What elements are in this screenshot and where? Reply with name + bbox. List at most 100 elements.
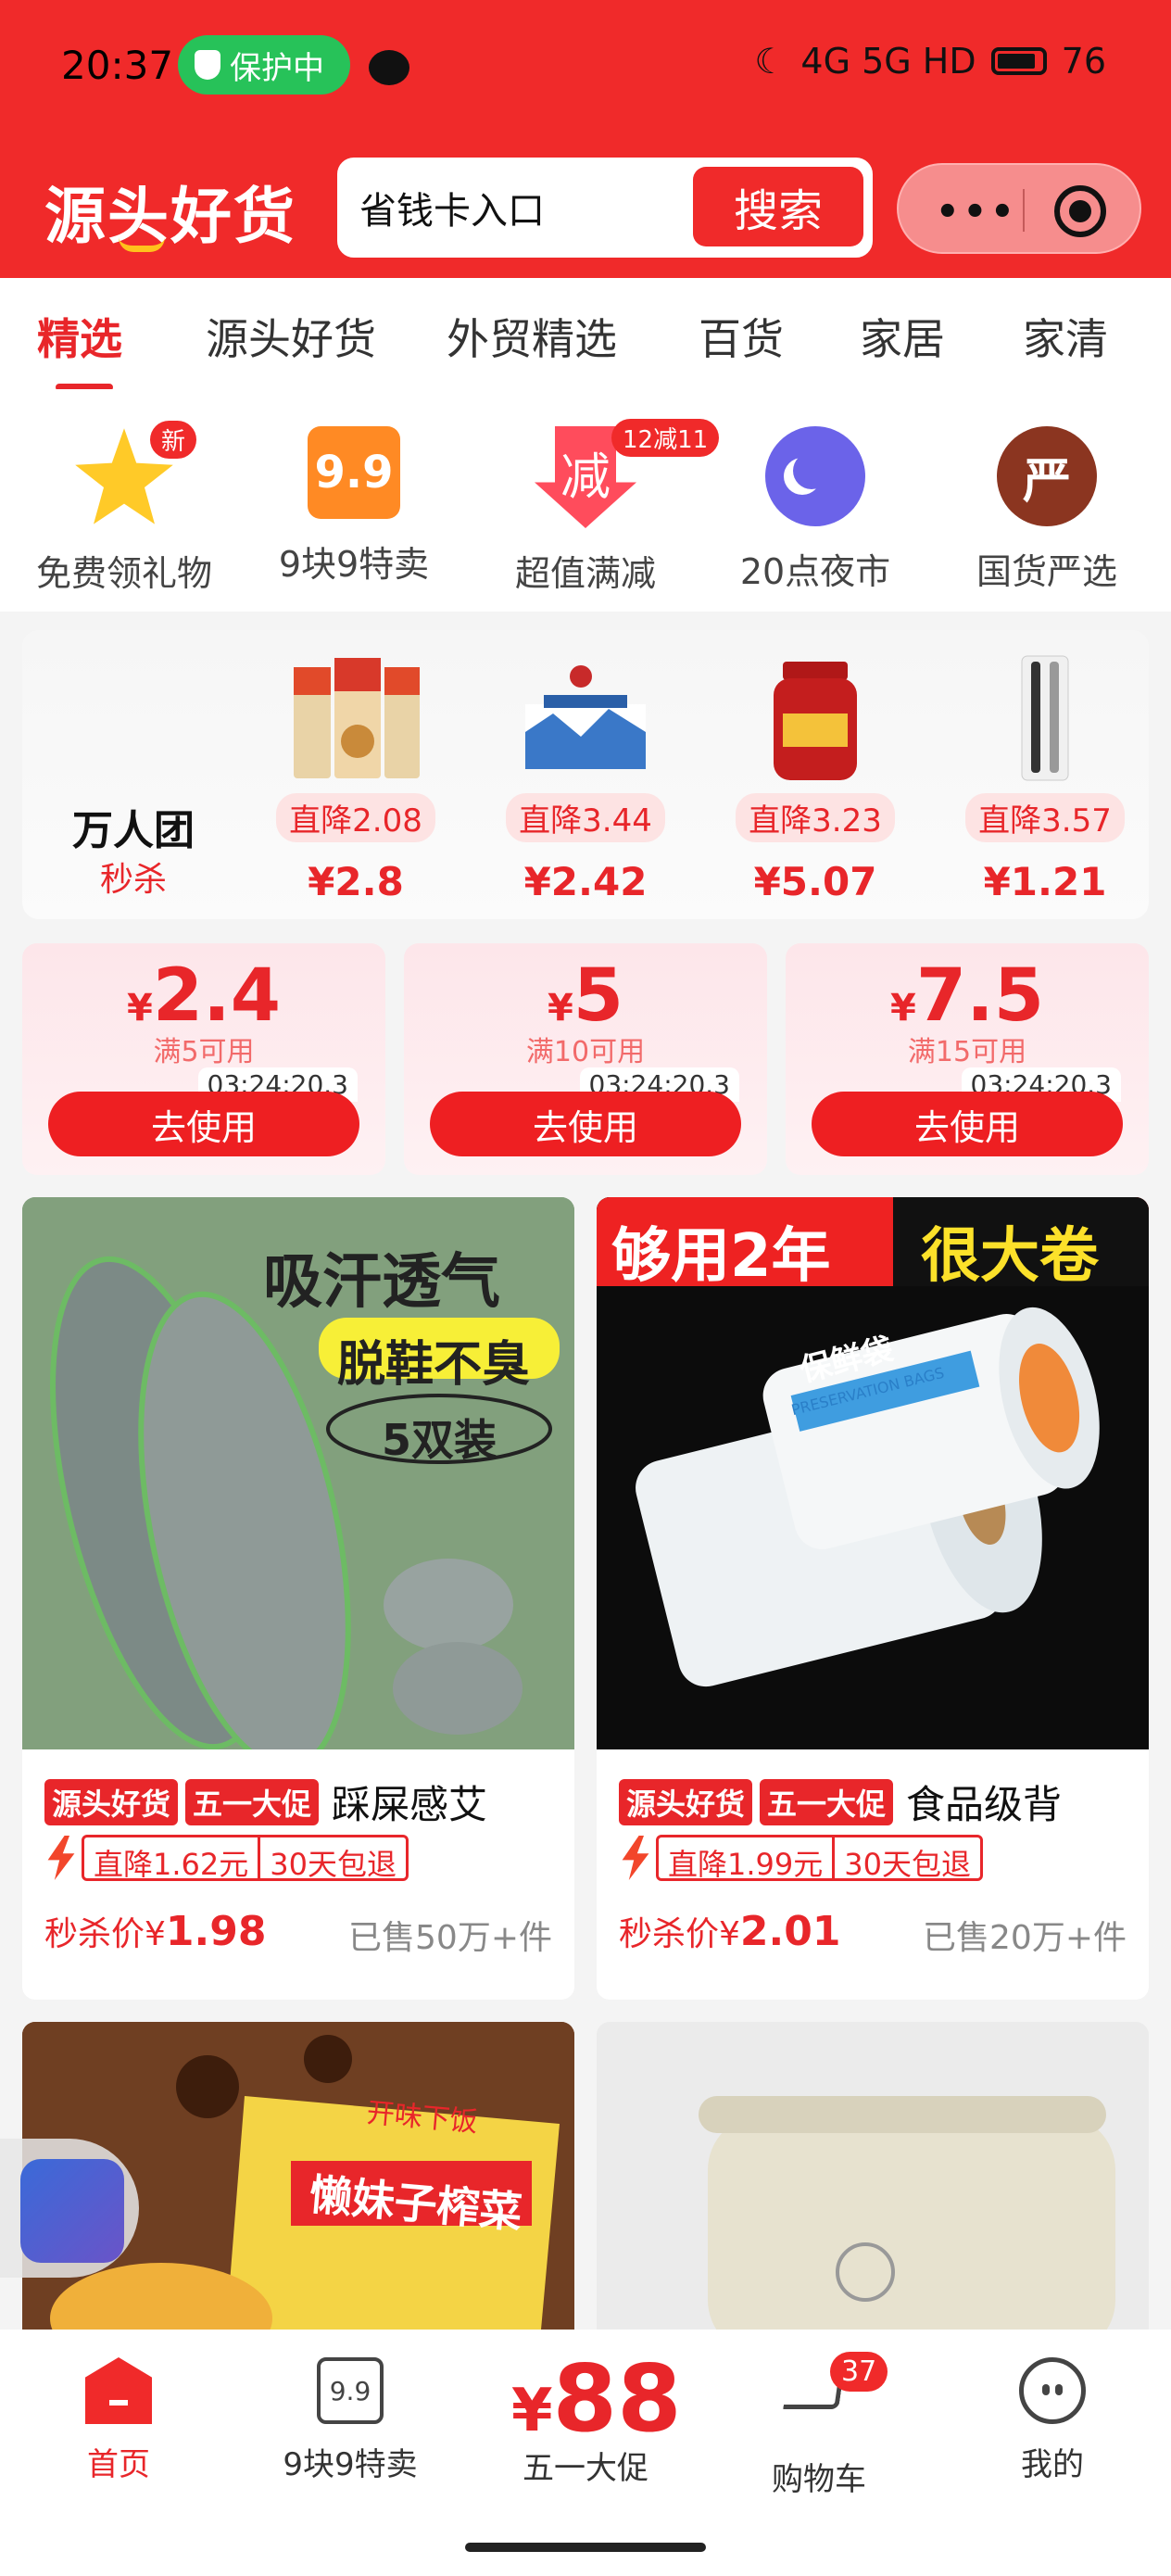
tab-source-goods[interactable]: 源头好货 [206,306,376,367]
return-policy: 30天包退 [844,1847,971,1882]
image-headline: 够用2年 [611,1222,831,1291]
product-card[interactable]: 够用2年 很大卷 保鲜袋 PRESERVATION BAGS 源头好货 五一大促… [597,1197,1149,2000]
use-coupon-button[interactable]: 去使用 [812,1092,1123,1156]
flash-item[interactable]: 直降3.57 ¥1.21 [952,649,1138,904]
flash-item[interactable]: 直降3.44 ¥2.42 [493,649,678,904]
image-subline: 很大卷 [921,1222,1099,1291]
product-title-row: 源头好货 五一大促 踩屎感艾 [44,1774,487,1830]
nav-home[interactable]: 首页 [26,2357,211,2484]
quick-free-gift[interactable]: 新 免费领礼物 [22,421,226,596]
return-policy: 30天包退 [270,1847,397,1882]
home-indicator[interactable] [465,2543,706,2552]
quick-domestic-select[interactable]: 严 国货严选 [945,426,1149,594]
nav-label: 我的 [1021,2446,1084,2483]
drop-box: 直降1.62元 30天包退 [82,1835,409,1882]
price-value: 2.01 [739,1908,841,1955]
search-bar[interactable]: 搜索 [337,158,873,258]
moon-icon [765,426,865,526]
product-title: 踩屎感艾 [332,1782,488,1827]
price-drop: 直降1.62元 [84,1837,261,1882]
quick-night-market[interactable]: 20点夜市 [713,426,917,594]
tab-foreign-trade[interactable]: 外贸精选 [447,306,617,367]
flash-sale-title: 万人团 [72,807,195,854]
flash-drop: 直降3.57 [965,793,1125,842]
chili-sauce-jar-image [746,649,885,788]
coupon-value: ¥5 [404,954,767,1038]
image-pack-count: 5双装 [382,1415,497,1465]
plates-product-image [597,2022,1149,2330]
close-miniapp-icon[interactable] [1054,185,1106,237]
sold-count: 已售50万+件 [348,1919,552,1957]
flash-item[interactable]: 直降3.23 ¥5.07 [723,649,908,904]
nav-nine-nine[interactable]: 9.9 9块9特卖 [258,2357,443,2484]
quick-nine-nine[interactable]: 9.9 9块9特卖 [252,426,456,587]
floating-assistant-button[interactable] [0,2139,139,2278]
cart-count-badge: 37 [830,2352,888,2392]
nav-profile[interactable]: 我的 [960,2357,1145,2484]
flash-price: ¥5.07 [753,859,877,904]
flash-sale-card[interactable]: 万人团 秒杀 直降2.08 ¥2.8 直降3.44 ¥2.42 直降3.23 ¥… [22,630,1149,919]
promo-88-label[interactable]: ¥ 88 [511,2344,682,2453]
flash-drop: 直降3.44 [506,793,665,842]
quick-label: 9块9特卖 [278,544,430,585]
price-drop-row: 直降1.99元 30天包退 [619,1835,983,1882]
coupon-card[interactable]: ¥7.5 满15可用 03:24:20.3 去使用 [786,943,1149,1175]
promo-88-value: 88 [552,2344,682,2453]
drop-box: 直降1.99元 30天包退 [656,1835,983,1882]
search-input[interactable] [359,182,665,234]
coupon-amount: 7.5 [915,954,1045,1038]
price-row: 秒杀价¥ 2.01 [619,1907,840,1955]
coupon-condition: 满15可用 [907,1036,1027,1068]
flash-item[interactable]: 直降2.08 ¥2.8 [263,649,448,904]
price-drop-row: 直降1.62元 30天包退 [44,1835,409,1882]
tab-cleaning[interactable]: 家清 [1023,306,1108,367]
quick-discount[interactable]: 减 12减11 超值满减 [484,419,720,596]
source-tag: 源头好货 [619,1778,753,1825]
capsule-divider [1023,189,1025,232]
nav-label: 9块9特卖 [283,2446,418,2483]
price-label: 秒杀价¥ [44,1915,166,1953]
flash-drop: 直降3.23 [736,793,895,842]
price-value: 1.98 [165,1908,267,1955]
coupon-amount: 5 [573,954,624,1038]
source-tag: 源头好货 [44,1778,179,1825]
assistant-icon [20,2159,124,2263]
nine-nine-icon: 9.9 [308,426,400,519]
coupon-card[interactable]: ¥2.4 满5可用 03:24:20.3 去使用 [22,943,385,1175]
app-header: 20:37 保护中 ☾ 4G 5G HD 76 源头好货 搜索 ••• [0,0,1171,278]
search-button[interactable]: 搜索 [693,167,863,246]
price-drop: 直降1.99元 [659,1837,836,1882]
use-coupon-button[interactable]: 去使用 [48,1092,359,1156]
flash-drop: 直降2.08 [276,793,435,842]
use-coupon-button[interactable]: 去使用 [430,1092,741,1156]
quick-label: 国货严选 [976,551,1117,592]
nav-cart[interactable]: 37 购物车 [726,2352,912,2499]
battery-level: 76 [1061,41,1106,82]
more-menu-icon[interactable]: ••• [936,191,1018,234]
promo-tag: 五一大促 [760,1778,894,1825]
home-icon [85,2357,152,2424]
battery-icon [990,47,1047,75]
tab-home[interactable]: 家居 [860,306,945,367]
promo-tag: 五一大促 [185,1778,320,1825]
coupon-symbol: ¥ [547,987,573,1029]
product-card[interactable]: 吸汗透气 脱鞋不臭 5双装 源头好货 五一大促 踩屎感艾 直降1.62元 30天… [22,1197,574,2000]
product-card[interactable] [597,2022,1149,2330]
status-time: 20:37 [61,43,174,88]
coupon-symbol: ¥ [126,987,153,1029]
product-title: 食品级背 [906,1782,1063,1827]
miniapp-capsule: ••• [897,163,1141,254]
protect-badge[interactable]: 保护中 [178,35,350,95]
tab-general-goods[interactable]: 百货 [699,306,784,367]
promo-88-symbol: ¥ [511,2377,553,2445]
flash-price: ¥1.21 [983,859,1107,904]
lightning-icon [622,1836,649,1880]
flash-sale-subtitle: 秒杀 [100,861,168,899]
flash-price: ¥2.8 [308,859,404,904]
status-indicators: ☾ 4G 5G HD 76 [754,41,1106,82]
nav-label: 首页 [87,2446,150,2483]
tab-featured[interactable]: 精选 [37,306,122,367]
yan-icon: 严 [997,426,1097,526]
image-headline: 吸汗透气 [263,1248,500,1317]
coupon-card[interactable]: ¥5 满10可用 03:24:20.3 去使用 [404,943,767,1175]
